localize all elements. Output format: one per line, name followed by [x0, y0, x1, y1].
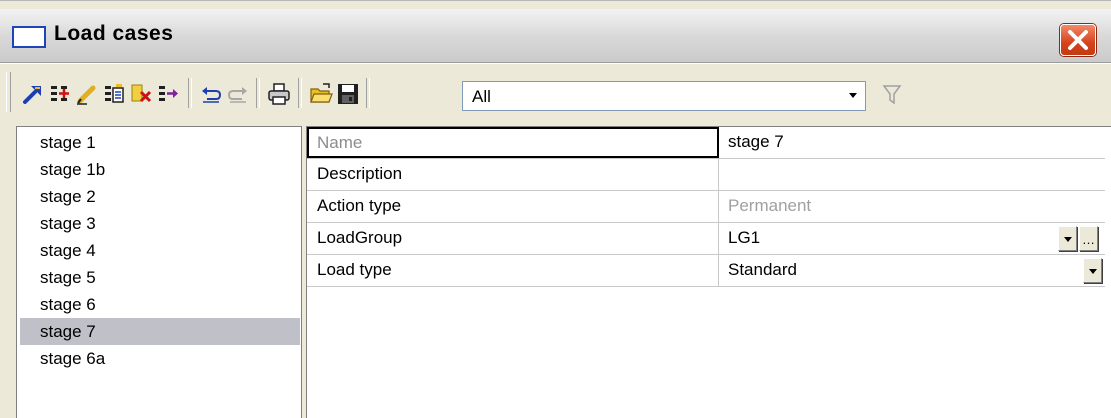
move-button[interactable] [155, 81, 181, 107]
property-row-description[interactable]: Description [307, 159, 1105, 191]
edit-icon [77, 85, 96, 105]
property-grid: Name stage 7 Description Action type Per… [306, 126, 1111, 418]
load-type-dropdown-button[interactable] [1083, 258, 1102, 283]
redo-button[interactable] [225, 81, 251, 107]
toolbar-separator [188, 78, 192, 108]
new-load-case-icon [23, 86, 41, 104]
list-item[interactable]: stage 1 [20, 129, 300, 156]
edit-button[interactable] [74, 81, 100, 107]
close-icon [1068, 30, 1088, 50]
save-button[interactable] [335, 81, 361, 107]
close-button[interactable] [1060, 24, 1096, 56]
load-group-dropdown[interactable]: LG1 … [719, 223, 1105, 254]
toolbar-grip[interactable] [6, 72, 11, 112]
filter-button[interactable] [882, 84, 902, 111]
load-type-dropdown[interactable]: Standard [719, 255, 1105, 286]
list-item[interactable]: stage 6a [20, 345, 300, 372]
content-area: stage 1 stage 1b stage 2 stage 3 stage 4 stag… [0, 122, 1111, 418]
property-label: Description [307, 159, 719, 190]
toolbar: All [0, 63, 1111, 123]
chevron-down-icon[interactable] [849, 93, 857, 98]
ellipsis-icon: … [1082, 232, 1095, 247]
funnel-icon [882, 85, 902, 105]
list-item[interactable]: stage 3 [20, 210, 300, 237]
property-row-name[interactable]: Name stage 7 [307, 127, 1105, 159]
insert-icon [51, 86, 69, 101]
open-button[interactable] [308, 81, 334, 107]
title-bar[interactable]: Load cases [0, 9, 1111, 63]
load-cases-window: Load cases All stage 1 stage 1b stage 2 … [0, 0, 1111, 418]
property-row-load-group[interactable]: LoadGroup LG1 … [307, 223, 1105, 255]
chevron-down-icon [1089, 269, 1097, 274]
insert-button[interactable] [47, 81, 73, 107]
save-icon [338, 84, 358, 104]
property-label: Load type [307, 255, 719, 286]
filter-value: All [472, 87, 491, 106]
load-group-value: LG1 [728, 228, 761, 247]
list-item[interactable]: stage 4 [20, 237, 300, 264]
print-icon [268, 83, 290, 105]
property-row-load-type[interactable]: Load type Standard [307, 255, 1105, 287]
new-load-case-button[interactable] [20, 81, 46, 107]
property-label: Action type [307, 191, 719, 222]
description-field[interactable] [719, 159, 1105, 190]
action-type-value: Permanent [728, 196, 812, 215]
toolbar-separator [298, 78, 302, 108]
move-icon [159, 86, 178, 101]
list-item[interactable]: stage 7 [20, 318, 300, 345]
load-group-dropdown-button[interactable] [1058, 226, 1077, 251]
window-title: Load cases [54, 22, 174, 45]
delete-button[interactable] [128, 81, 154, 107]
property-label: LoadGroup [307, 223, 719, 254]
list-item[interactable]: stage 6 [20, 291, 300, 318]
undo-button[interactable] [198, 81, 224, 107]
property-label: Name [307, 127, 719, 158]
toolbar-separator [256, 78, 260, 108]
print-button[interactable] [266, 81, 292, 107]
property-row-action-type[interactable]: Action type Permanent [307, 191, 1105, 223]
copy-button[interactable] [101, 81, 127, 107]
chevron-down-icon [1064, 237, 1072, 242]
open-folder-icon [310, 83, 333, 103]
name-field[interactable]: stage 7 [719, 127, 1105, 158]
delete-icon [131, 84, 152, 103]
window-icon [12, 26, 46, 48]
load-group-browse-button[interactable]: … [1079, 226, 1098, 251]
list-item[interactable]: stage 1b [20, 156, 300, 183]
load-case-list[interactable]: stage 1 stage 1b stage 2 stage 3 stage 4 stag… [16, 126, 302, 418]
filter-dropdown[interactable]: All [462, 81, 866, 111]
load-type-value: Standard [728, 260, 797, 279]
undo-icon [202, 87, 222, 103]
redo-icon [227, 87, 247, 103]
toolbar-separator [366, 78, 370, 108]
list-item[interactable]: stage 5 [20, 264, 300, 291]
list-item[interactable]: stage 2 [20, 183, 300, 210]
copy-icon [105, 84, 124, 103]
